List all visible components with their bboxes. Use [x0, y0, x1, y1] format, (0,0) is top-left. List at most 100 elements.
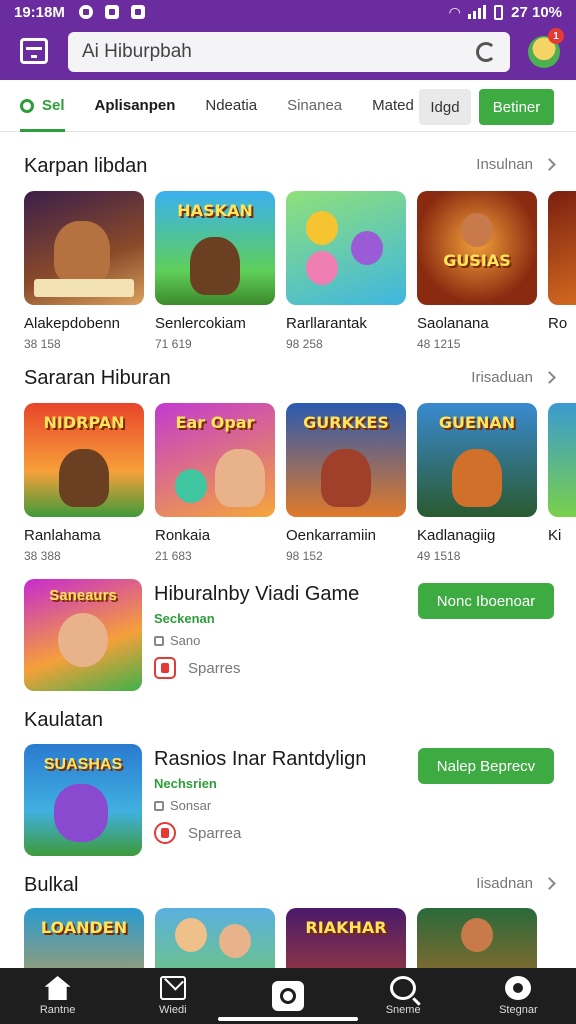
tab-ndeatia[interactable]: Ndeatia — [205, 80, 257, 132]
app-logo-text: GUSIAS — [443, 251, 511, 270]
tab-label: Sel — [42, 97, 65, 114]
app-card[interactable]: GUSIAS Saolanana 48 1215 — [417, 191, 537, 351]
section-title: Sararan Hiburan — [24, 367, 171, 389]
featured-subtitle: Seckenan — [154, 611, 215, 626]
status-time: 19:18M — [14, 3, 65, 21]
app-card[interactable]: GUENAN Kadlanagiig 49 1518 — [417, 403, 537, 563]
app-name: Rarllarantak — [286, 315, 367, 332]
app-card[interactable]: Ki — [548, 403, 576, 563]
share-row[interactable]: Sparrea — [154, 822, 241, 844]
tab-betiner-button[interactable]: Betiner — [479, 89, 554, 125]
app-name: Senlercokiam — [155, 315, 246, 332]
featured-info: Sano — [154, 633, 200, 648]
app-card[interactable]: GURKKES Oenkarramiin 98 152 — [286, 403, 406, 563]
heart-icon — [154, 822, 176, 844]
see-more-link[interactable]: Irisaduan — [471, 369, 556, 386]
notification-badge: 1 — [548, 28, 564, 44]
app-thumbnail: Ear Opar — [155, 403, 275, 517]
see-more-link[interactable]: Iisadnan — [476, 875, 556, 892]
see-more-label: Insulnan — [476, 156, 533, 173]
see-more-link[interactable]: Insulnan — [476, 156, 556, 173]
chevron-right-icon — [543, 371, 556, 384]
app-meta: 38 158 — [24, 337, 61, 351]
featured-thumbnail: Saneaurs — [24, 579, 142, 691]
featured-info-text: Sonsar — [170, 798, 212, 813]
section-title: Kaulatan — [24, 709, 103, 731]
app-meta: 49 1518 — [417, 549, 461, 563]
battery-icon — [494, 4, 504, 20]
store-icon[interactable] — [20, 38, 48, 64]
status-right: ◠ 27 10% — [449, 4, 562, 21]
bottom-nav: Rantne Wiedi Sneme Stegnar — [0, 968, 576, 1024]
app-logo-text: LOANDEN — [40, 918, 128, 937]
featured-info-text: Sano — [170, 633, 201, 648]
nav-label: Rantne — [39, 1004, 76, 1016]
home-indicator[interactable] — [218, 1017, 358, 1021]
app-thumbnail — [548, 403, 576, 517]
app-logo-text: HASKAN — [177, 201, 253, 220]
video-icon — [130, 5, 145, 19]
section-title: Bulkal — [24, 874, 79, 896]
search-icon — [390, 976, 417, 1000]
app-name: Ronkaia — [155, 527, 211, 544]
nav-search[interactable]: Sneme — [358, 976, 448, 1016]
search-bar[interactable] — [68, 32, 510, 72]
app-meta: 38 388 — [24, 549, 61, 563]
gear-icon — [505, 976, 532, 1000]
tab-sel[interactable]: Sel — [20, 80, 65, 132]
share-row[interactable]: Sparres — [154, 657, 241, 679]
featured-app[interactable]: SUASHAS Rasnios Inar Rantdylign Nechsrie… — [24, 744, 554, 856]
signal-icon — [468, 5, 487, 19]
app-card[interactable]: Alakepdobenn 38 158 — [24, 191, 144, 351]
featured-title: Rasnios Inar Rantdylign — [154, 748, 367, 770]
nav-video[interactable]: Wiedi — [128, 976, 218, 1016]
app-thumbnail: NIDRPAN — [24, 403, 144, 517]
app-meta: 21 683 — [155, 549, 192, 563]
share-icon — [154, 657, 176, 679]
card-row: Alakepdobenn 38 158 HASKAN Senlercokiam … — [24, 191, 576, 351]
tab-sinanea[interactable]: Sinanea — [287, 80, 342, 132]
app-name: Saolanana — [417, 315, 489, 332]
nav-home[interactable]: Rantne — [13, 976, 103, 1016]
featured-app[interactable]: Saneaurs Hiburalnby Viadi Game Seckenan … — [24, 579, 554, 691]
tab-mated[interactable]: Mated — [372, 80, 414, 132]
app-thumbnail: GUSIAS — [417, 191, 537, 305]
refresh-icon[interactable] — [476, 42, 496, 62]
app-card[interactable]: NIDRPAN Ranlahama 38 388 — [24, 403, 144, 563]
featured-title: Hiburalnby Viadi Game — [154, 583, 360, 605]
app-meta: 71 619 — [155, 337, 192, 351]
notification-icon — [78, 5, 93, 19]
app-card[interactable]: HASKAN Senlercokiam 71 619 — [155, 191, 275, 351]
app-logo-text: NIDRPAN — [43, 413, 125, 432]
card-row: NIDRPAN Ranlahama 38 388 Ear Opar Ronkai… — [24, 403, 576, 563]
app-name: Ro — [548, 315, 568, 332]
featured-action-button[interactable]: Nalep Beprecv — [418, 748, 554, 784]
app-meta: 48 1215 — [417, 337, 461, 351]
app-meta: 98 258 — [286, 337, 323, 351]
chevron-right-icon — [543, 158, 556, 171]
home-icon — [44, 976, 71, 1000]
app-thumbnail: HASKAN — [155, 191, 275, 305]
search-input[interactable] — [82, 41, 476, 63]
tab-idgd-button[interactable]: Idgd — [419, 89, 471, 125]
nav-label: Stegnar — [499, 1004, 538, 1016]
featured-action-button[interactable]: Nonc Iboenoar — [418, 583, 554, 619]
nav-center[interactable] — [243, 981, 333, 1011]
app-card[interactable]: Ear Opar Ronkaia 21 683 — [155, 403, 275, 563]
app-card[interactable]: Rarllarantak 98 258 — [286, 191, 406, 351]
app-card[interactable]: Ro — [548, 191, 576, 351]
featured-info: Sonsar — [154, 798, 211, 813]
nav-settings[interactable]: Stegnar — [473, 976, 563, 1016]
featured-thumbnail: SUASHAS — [24, 744, 142, 856]
app-logo-text: Ear Opar — [175, 413, 255, 432]
app-name: Ranlahama — [24, 527, 101, 544]
app-logo-text: Saneaurs — [49, 587, 117, 604]
tab-aplisanpen[interactable]: Aplisanpen — [95, 80, 176, 132]
nav-label: Sneme — [385, 1004, 421, 1016]
section-title: Karpan libdan — [24, 155, 148, 177]
app-thumbnail — [24, 191, 144, 305]
info-icon — [154, 800, 164, 811]
calendar-icon — [104, 5, 119, 19]
app-logo-text: GUENAN — [438, 413, 516, 432]
app-meta: 98 152 — [286, 549, 323, 563]
